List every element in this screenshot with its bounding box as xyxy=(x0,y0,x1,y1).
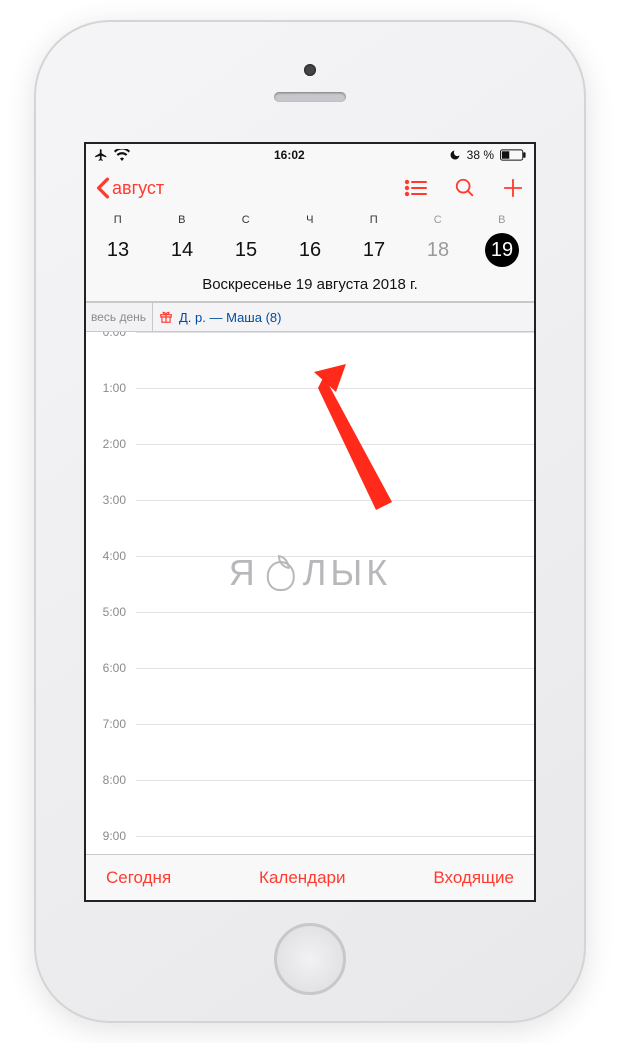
week-date[interactable]: 13 xyxy=(86,232,150,268)
hour-line xyxy=(136,388,534,444)
hour-label: 6:00 xyxy=(86,661,136,675)
hour-label: 5:00 xyxy=(86,605,136,619)
hour-line xyxy=(136,556,534,612)
home-button[interactable] xyxy=(274,923,346,995)
hour-label: 7:00 xyxy=(86,717,136,731)
weekday-label: В xyxy=(470,214,534,226)
inbox-button[interactable]: Входящие xyxy=(433,868,514,888)
hour-row: 7:00 xyxy=(86,724,534,780)
hour-row: 6:00 xyxy=(86,668,534,724)
all-day-row: весь день Д. р. — Маша (8) xyxy=(86,302,534,332)
hour-line xyxy=(136,444,534,500)
hour-line xyxy=(136,500,534,556)
weekday-label: П xyxy=(342,214,406,226)
hour-label: 1:00 xyxy=(86,381,136,395)
back-label: август xyxy=(112,178,164,199)
week-date[interactable]: 16 xyxy=(278,232,342,268)
hour-label: 0:00 xyxy=(86,332,136,339)
hour-row: 1:00 xyxy=(86,388,534,444)
nav-bar: август xyxy=(86,166,534,210)
weekday-label: Ч xyxy=(278,214,342,226)
weekday-label: В xyxy=(150,214,214,226)
back-button[interactable]: август xyxy=(96,177,164,199)
week-date[interactable]: 14 xyxy=(150,232,214,268)
calendars-button[interactable]: Календари xyxy=(259,868,345,888)
week-date[interactable]: 18 xyxy=(406,232,470,268)
full-date-label: Воскресенье 19 августа 2018 г. xyxy=(86,276,534,293)
week-header: ПВСЧПСВ 13141516171819 Воскресенье 19 ав… xyxy=(86,210,534,302)
status-bar: 16:02 38 % xyxy=(86,144,534,166)
phone-frame: 16:02 38 % август xyxy=(34,20,586,1023)
week-date[interactable]: 17 xyxy=(342,232,406,268)
today-button[interactable]: Сегодня xyxy=(106,868,171,888)
hour-row: 8:00 xyxy=(86,780,534,836)
do-not-disturb-icon xyxy=(449,149,461,161)
weekday-label: С xyxy=(406,214,470,226)
phone-speaker xyxy=(274,92,346,102)
hour-row: 2:00 xyxy=(86,444,534,500)
hour-label: 4:00 xyxy=(86,549,136,563)
hour-line xyxy=(136,724,534,780)
all-day-event[interactable]: Д. р. — Маша (8) xyxy=(152,303,534,331)
phone-camera xyxy=(304,64,316,76)
weekday-label: П xyxy=(86,214,150,226)
week-date[interactable]: 19 xyxy=(470,232,534,268)
list-view-icon[interactable] xyxy=(404,179,428,197)
hour-line xyxy=(136,668,534,724)
battery-percentage: 38 % xyxy=(467,148,494,162)
hour-row: 4:00 xyxy=(86,556,534,612)
bottom-toolbar: Сегодня Календари Входящие xyxy=(86,854,534,900)
hour-label: 3:00 xyxy=(86,493,136,507)
status-time: 16:02 xyxy=(274,148,305,162)
weekday-label: С xyxy=(214,214,278,226)
search-icon[interactable] xyxy=(454,177,476,199)
hour-row: 5:00 xyxy=(86,612,534,668)
hour-row: 3:00 xyxy=(86,500,534,556)
wifi-icon xyxy=(114,149,130,161)
airplane-mode-icon xyxy=(94,148,108,162)
hour-label: 8:00 xyxy=(86,773,136,787)
hour-line xyxy=(136,780,534,836)
screen: 16:02 38 % август xyxy=(84,142,536,902)
add-icon[interactable] xyxy=(502,177,524,199)
hour-label: 2:00 xyxy=(86,437,136,451)
battery-icon xyxy=(500,149,526,161)
gift-icon xyxy=(159,310,173,324)
hour-line xyxy=(136,612,534,668)
week-date[interactable]: 15 xyxy=(214,232,278,268)
all-day-label: весь день xyxy=(86,310,152,324)
hour-line xyxy=(136,332,534,388)
all-day-event-title: Д. р. — Маша (8) xyxy=(179,310,281,325)
hours-grid[interactable]: Я ЛЫК 0:001:002:003:004:005:006:007:008:… xyxy=(86,332,534,902)
hour-row: 0:00 xyxy=(86,332,534,388)
hour-label: 9:00 xyxy=(86,829,136,843)
